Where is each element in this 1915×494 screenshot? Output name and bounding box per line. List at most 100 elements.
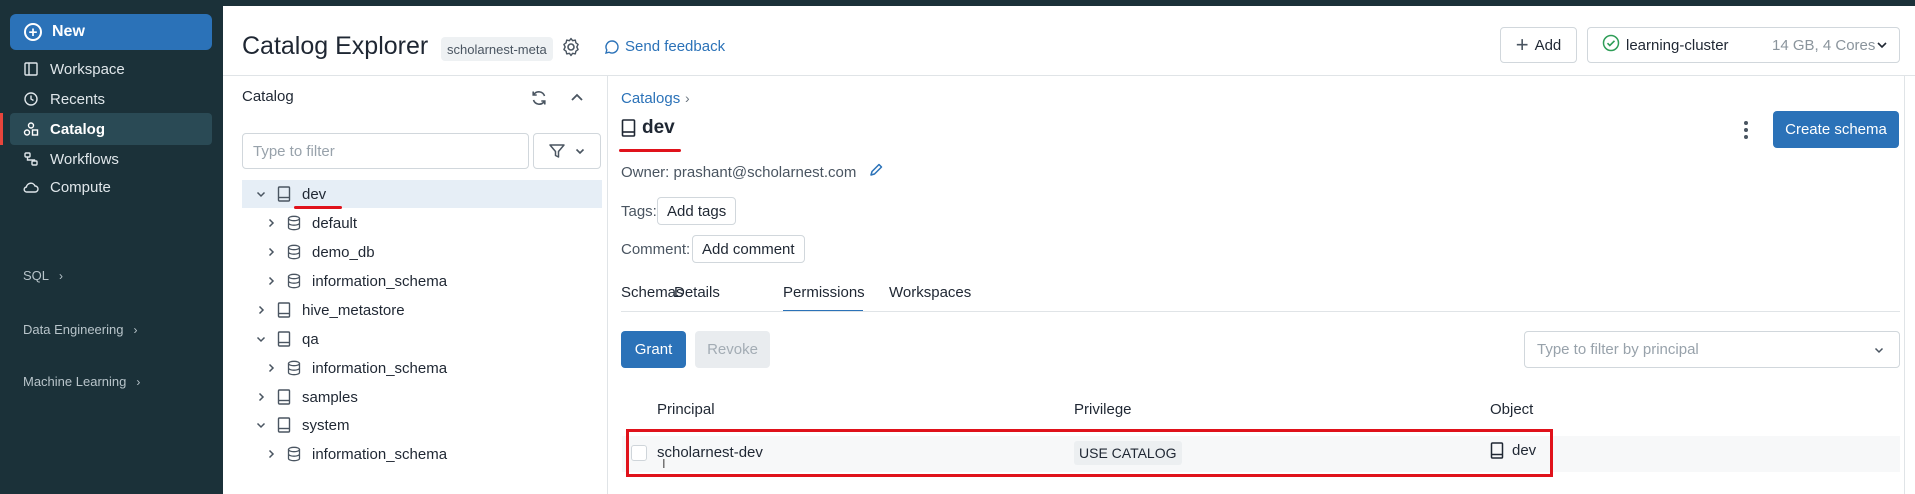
breadcrumb-separator: › xyxy=(685,90,690,106)
tree-item-qa[interactable]: qa xyxy=(242,325,602,353)
tab-permissions[interactable]: Permissions xyxy=(783,284,865,301)
add-button-label: Add xyxy=(1534,36,1562,54)
new-button[interactable]: + New xyxy=(10,14,212,50)
tree-item-dev[interactable]: dev xyxy=(242,180,602,208)
tree-item-label: samples xyxy=(302,388,358,406)
sidebar-group-label: Data Engineering xyxy=(23,322,124,337)
sidebar-item-catalog[interactable]: Catalog xyxy=(0,113,212,145)
new-button-label: New xyxy=(52,23,85,40)
catalog-book-icon xyxy=(276,301,292,319)
catalog-name: dev xyxy=(642,117,675,138)
owner-row: Owner: prashant@scholarnest.com xyxy=(621,162,884,182)
add-tags-button[interactable]: Add tags xyxy=(657,197,737,225)
annotation-box xyxy=(626,429,1553,477)
plus-icon: + xyxy=(1515,32,1529,57)
catalog-name-title: dev xyxy=(621,117,675,139)
chevron-right-icon: › xyxy=(59,268,64,283)
tab-details[interactable]: Details xyxy=(674,284,720,301)
chevron-right-icon xyxy=(264,275,278,287)
catalog-panel-title: Catalog xyxy=(242,88,294,105)
chevron-down-icon xyxy=(575,148,585,155)
tree-item-samples[interactable]: samples xyxy=(242,383,602,411)
tree-item-system[interactable]: system xyxy=(242,411,602,439)
tags-label: Tags: xyxy=(621,203,657,220)
chevron-down-icon xyxy=(254,419,268,431)
tree-item-information-schema[interactable]: information_schema xyxy=(242,440,602,468)
tree-item-label: dev xyxy=(302,185,327,203)
pencil-icon[interactable] xyxy=(868,162,884,182)
revoke-button: Revoke xyxy=(695,331,770,368)
catalog-book-icon xyxy=(276,388,292,406)
chevron-right-icon xyxy=(254,304,268,316)
refresh-icon[interactable] xyxy=(530,89,548,111)
tree-item-information-schema[interactable]: information_schema xyxy=(242,354,602,382)
kebab-menu-icon[interactable] xyxy=(1736,118,1756,142)
sidebar-group-sql[interactable]: SQL › xyxy=(23,268,63,283)
tree-item-demo-db[interactable]: demo_db xyxy=(242,238,602,266)
add-comment-button[interactable]: Add comment xyxy=(692,235,805,263)
tree-item-label: demo_db xyxy=(312,243,375,261)
metastore-badge: scholarnest-meta xyxy=(441,37,553,61)
tree-item-label: information_schema xyxy=(312,445,448,463)
sidebar-group-machine-learning[interactable]: Machine Learning › xyxy=(23,374,140,389)
chevron-up-icon[interactable] xyxy=(568,89,586,111)
sidebar-item-label: Workflows xyxy=(50,150,119,168)
catalog-book-icon xyxy=(276,330,292,348)
tab-workspaces[interactable]: Workspaces xyxy=(889,284,971,301)
clock-icon xyxy=(22,90,40,108)
plus-icon: + xyxy=(24,23,42,41)
chevron-right-icon: › xyxy=(133,322,138,337)
top-strip xyxy=(0,0,1915,6)
annotation-underline xyxy=(619,149,681,152)
chevron-right-icon xyxy=(264,246,278,258)
cloud-icon xyxy=(22,178,40,196)
workspace-icon xyxy=(22,60,40,78)
column-header-privilege[interactable]: Privilege xyxy=(1074,401,1132,418)
add-button[interactable]: + Add xyxy=(1500,27,1577,63)
principal-filter-input[interactable] xyxy=(1524,331,1900,368)
catalog-book-icon xyxy=(621,119,636,137)
cluster-name: learning-cluster xyxy=(1626,36,1729,54)
panel-divider xyxy=(607,75,608,494)
sidebar-item-compute[interactable]: Compute xyxy=(10,171,212,203)
column-header-principal[interactable]: Principal xyxy=(657,401,715,418)
create-schema-button[interactable]: Create schema xyxy=(1773,111,1899,148)
tree-item-default[interactable]: default xyxy=(242,209,602,237)
sidebar-group-label: SQL xyxy=(23,268,50,283)
filter-dropdown-button[interactable] xyxy=(533,133,601,169)
sidebar-item-recents[interactable]: Recents xyxy=(10,83,212,115)
grant-button[interactable]: Grant xyxy=(621,331,686,368)
catalog-filter-input[interactable] xyxy=(242,133,529,169)
header-divider xyxy=(223,75,1915,76)
sidebar-item-label: Recents xyxy=(50,90,106,108)
sidebar-item-workspace[interactable]: Workspace xyxy=(10,53,212,85)
column-header-object[interactable]: Object xyxy=(1490,401,1533,418)
sidebar-group-data-engineering[interactable]: Data Engineering › xyxy=(23,322,137,337)
tree-item-label: hive_metastore xyxy=(302,301,405,319)
catalog-icon xyxy=(22,120,40,138)
tabs-divider xyxy=(621,311,1900,312)
database-icon xyxy=(286,214,302,232)
chevron-right-icon xyxy=(264,217,278,229)
chevron-down-icon xyxy=(254,333,268,345)
sidebar-item-label: Compute xyxy=(50,178,111,196)
filter-icon xyxy=(549,144,565,158)
gear-icon[interactable] xyxy=(560,36,582,58)
database-icon xyxy=(286,272,302,290)
tree-item-hive-metastore[interactable]: hive_metastore xyxy=(242,296,602,324)
tree-item-label: qa xyxy=(302,330,319,348)
cluster-selector[interactable]: learning-cluster 14 GB, 4 Cores xyxy=(1587,27,1900,63)
tree-item-information-schema[interactable]: information_schema xyxy=(242,267,602,295)
send-feedback-link[interactable]: Send feedback xyxy=(604,38,725,55)
tree-item-label: information_schema xyxy=(312,359,448,377)
cluster-spec: 14 GB, 4 Cores xyxy=(1772,36,1876,54)
page-title: Catalog Explorer xyxy=(242,32,429,60)
tree-item-label: default xyxy=(312,214,358,232)
chevron-right-icon xyxy=(254,391,268,403)
database-icon xyxy=(286,359,302,377)
tree-item-label: system xyxy=(302,416,350,434)
sidebar-item-label: Workspace xyxy=(50,60,125,78)
annotation-underline xyxy=(294,206,342,209)
catalog-book-icon xyxy=(276,416,292,434)
breadcrumb[interactable]: Catalogs xyxy=(621,90,680,107)
